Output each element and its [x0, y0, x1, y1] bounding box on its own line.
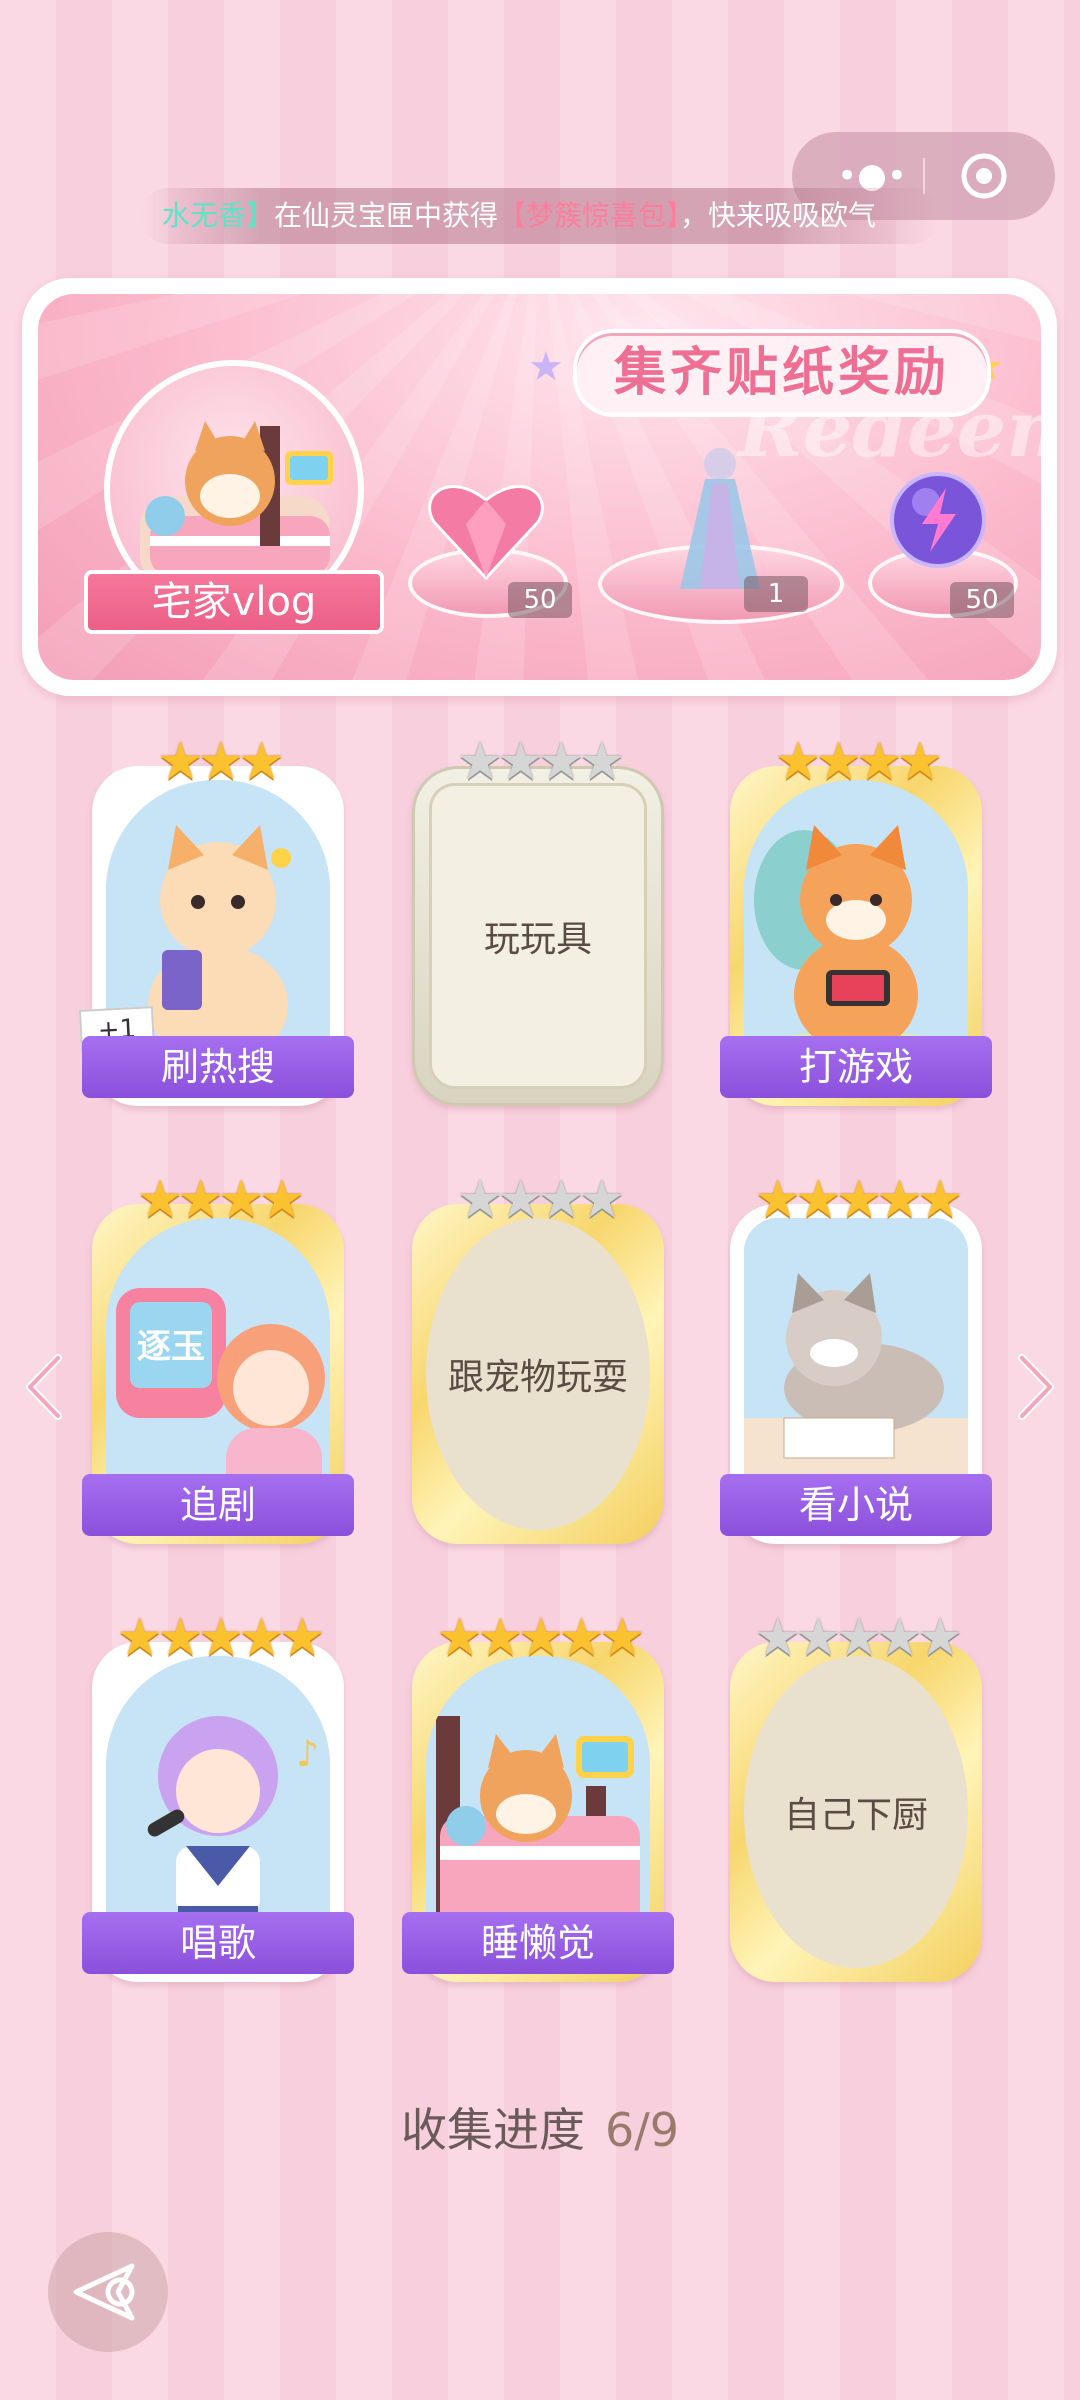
back-button[interactable]	[48, 2232, 168, 2352]
card-label: 看小说	[720, 1474, 992, 1536]
sticker-card[interactable]: ★★★ +1 刷热搜	[78, 734, 354, 1106]
svg-text:♪: ♪	[296, 1734, 319, 1775]
card-label: 自己下厨	[783, 1795, 928, 1836]
reward-banner: Redeem ★ ★ 集齐贴纸奖励 宅家vlo	[22, 278, 1057, 696]
ticker-text: 在仙灵宝匣中获得	[274, 199, 499, 232]
sticker-card[interactable]: 玩玩具 ★★★★	[412, 734, 664, 1106]
theme-badge[interactable]: 宅家vlog	[84, 360, 384, 640]
card-label: 追剧	[82, 1474, 354, 1536]
sticker-card[interactable]: 自己下厨 ★★★★★	[730, 1610, 982, 1982]
target-icon[interactable]	[960, 152, 1008, 200]
star-rating: ★★★★	[136, 1170, 305, 1230]
ticker-text-end: ，快来吸吸欧气	[680, 199, 877, 232]
back-arrow-icon	[73, 2263, 135, 2321]
fairy-outfit-icon[interactable]	[660, 444, 780, 594]
card-label: 跟宠物玩耍	[447, 1357, 628, 1398]
card-label: 睡懒觉	[402, 1912, 674, 1974]
card-label: 玩玩具	[483, 919, 592, 960]
progress-value: 6/9	[604, 2103, 680, 2157]
sticker-card[interactable]: ♪ ♫ ★★★★★ 唱歌	[82, 1610, 354, 1982]
collection-progress: 收集进度 6/9	[0, 2094, 1080, 2160]
sticker-card[interactable]: ★★★★★ 看小说	[720, 1172, 992, 1544]
locked-placeholder: 玩玩具	[429, 783, 647, 1089]
reward-count: 50	[950, 582, 1014, 618]
progress-label: 收集进度	[400, 2103, 585, 2157]
ticker-user: 水无香】	[162, 199, 275, 232]
card-label: 刷热搜	[82, 1036, 354, 1098]
theme-ribbon: 宅家vlog	[84, 570, 384, 634]
heart-gem-icon[interactable]	[426, 474, 546, 584]
chevron-right-icon[interactable]	[1016, 1352, 1056, 1422]
star-rating: ★★★★	[774, 732, 943, 792]
sticker-card[interactable]: ★★★★★ 睡懒觉	[402, 1610, 674, 1982]
locked-placeholder: 自己下厨	[744, 1656, 968, 1968]
sticker-card[interactable]: 跟宠物玩耍 ★★★★	[412, 1172, 664, 1544]
star-rating: ★★★★	[456, 1170, 625, 1230]
purple-star-icon: ★	[528, 344, 564, 390]
announcement-ticker: 水无香】在仙灵宝匣中获得【梦簇惊喜包】，快来吸吸欧气	[140, 188, 940, 244]
reward-count: 50	[508, 582, 572, 618]
lightning-orb-icon[interactable]	[888, 470, 988, 570]
sticker-card[interactable]: ★★★★ 打游戏	[720, 734, 992, 1106]
star-rating: ★★★★★	[754, 1170, 963, 1230]
more-dots-icon[interactable]: •●•	[832, 159, 912, 193]
star-rating: ★★★★	[456, 732, 625, 792]
star-rating: ★★★★★	[754, 1608, 963, 1668]
locked-placeholder: 跟宠物玩耍	[426, 1218, 650, 1530]
star-rating: ★★★★★	[116, 1608, 325, 1668]
card-label: 唱歌	[82, 1912, 354, 1974]
banner-title: 集齐贴纸奖励	[573, 329, 991, 417]
chevron-left-icon[interactable]	[24, 1352, 64, 1422]
reward-count: 1	[744, 576, 808, 612]
card-label: 打游戏	[720, 1036, 992, 1098]
ticker-item: 【梦簇惊喜包】	[498, 199, 681, 232]
tv-screen-text: 逐玉	[137, 1327, 205, 1367]
capsule-divider	[923, 158, 925, 194]
star-rating: ★★★	[157, 732, 285, 792]
star-rating: ★★★★★	[436, 1608, 645, 1668]
sticker-card[interactable]: 逐玉 ★★★★ 追剧	[82, 1172, 354, 1544]
